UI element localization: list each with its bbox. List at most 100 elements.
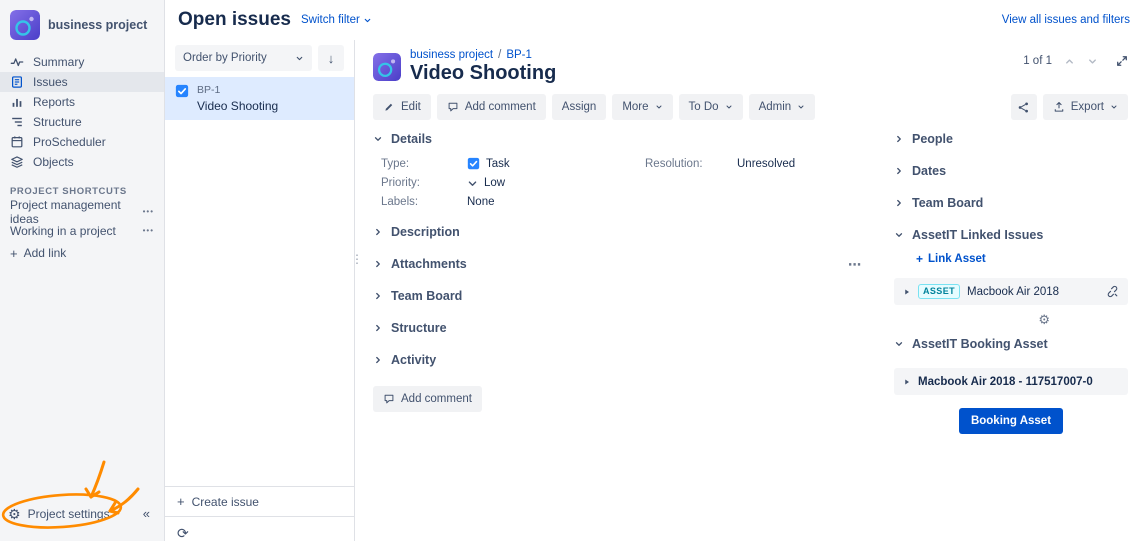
chevron-up-icon: [1064, 56, 1075, 67]
next-issue-button[interactable]: [1087, 56, 1098, 67]
panel-settings-gear-icon[interactable]: ⚙: [1038, 313, 1050, 326]
sidebar-item-objects[interactable]: Objects: [0, 152, 164, 172]
issues-icon: [10, 75, 24, 89]
edit-button[interactable]: Edit: [373, 94, 431, 120]
link-asset-label: Link Asset: [928, 253, 986, 265]
section-team-board[interactable]: Team Board: [373, 280, 862, 312]
section-structure-label: Structure: [391, 321, 447, 335]
section-dates-label: Dates: [912, 164, 946, 178]
section-dates[interactable]: Dates: [894, 155, 1128, 187]
linked-asset-name: Macbook Air 2018: [967, 286, 1059, 298]
section-people[interactable]: People: [894, 123, 1128, 155]
section-details[interactable]: Details: [373, 123, 862, 155]
task-type-icon: [175, 84, 189, 98]
share-button[interactable]: [1011, 94, 1037, 120]
priority-value-text: Low: [484, 177, 505, 189]
status-button[interactable]: To Do: [679, 94, 743, 120]
app-window: business project Summary Issues Reports …: [0, 0, 1148, 541]
chevron-down-icon: [894, 339, 904, 349]
project-avatar: [373, 53, 401, 81]
section-description[interactable]: Description: [373, 216, 862, 248]
type-value: Task: [467, 157, 645, 170]
sidebar-item-structure[interactable]: Structure: [0, 112, 164, 132]
content-body: ⋮ Order by Priority ↓ BP-1 Vid: [165, 40, 1148, 541]
sidebar-item-summary[interactable]: Summary: [0, 52, 164, 72]
breadcrumb-issue-key-link[interactable]: BP-1: [506, 49, 532, 61]
assign-label: Assign: [562, 101, 597, 113]
pencil-icon: [383, 101, 395, 113]
issue-detail-body: Details Type: Task Resolution: Unresolve…: [355, 120, 1148, 541]
add-link-button[interactable]: + Add link: [0, 242, 164, 264]
sidebar-item-issues[interactable]: Issues: [0, 72, 164, 92]
section-attachments[interactable]: Attachments ⋯: [373, 248, 862, 280]
assign-button[interactable]: Assign: [552, 94, 607, 120]
issue-list-spacer: [165, 120, 354, 486]
chevron-down-icon: [295, 54, 304, 63]
add-link-label: Add link: [24, 246, 67, 260]
chevron-down-icon: [894, 230, 904, 240]
section-structure[interactable]: Structure: [373, 312, 862, 344]
sidebar-item-reports[interactable]: Reports: [0, 92, 164, 112]
breadcrumb-project-link[interactable]: business project: [410, 49, 493, 61]
type-label: Type:: [381, 158, 467, 170]
unlink-asset-icon[interactable]: [1106, 285, 1119, 298]
sort-direction-button[interactable]: ↓: [318, 45, 344, 71]
attachments-more-icon[interactable]: ⋯: [848, 258, 862, 271]
shortcut-more-icon[interactable]: •••: [143, 226, 154, 235]
chevron-right-icon: [373, 291, 383, 301]
sidebar-item-label: Objects: [33, 155, 74, 169]
expand-issue-button[interactable]: [1116, 55, 1128, 67]
order-by-select[interactable]: Order by Priority: [175, 45, 312, 71]
export-label: Export: [1071, 101, 1104, 113]
section-side-team-board[interactable]: Team Board: [894, 187, 1128, 219]
details-fields: Type: Task Resolution: Unresolved Priori…: [381, 157, 862, 208]
switch-filter-link[interactable]: Switch filter: [301, 14, 372, 26]
more-button[interactable]: More: [612, 94, 672, 120]
shortcut-working-in-a-project[interactable]: Working in a project •••: [0, 221, 164, 240]
resolution-value: Unresolved: [737, 158, 862, 170]
booking-asset-button[interactable]: Booking Asset: [959, 408, 1063, 434]
shortcut-project-management-ideas[interactable]: Project management ideas •••: [0, 202, 164, 221]
expand-icon: [1116, 55, 1128, 67]
previous-issue-button[interactable]: [1064, 56, 1075, 67]
issue-side-panel: People Dates Team Board AssetIT Li: [880, 120, 1148, 541]
shortcut-more-icon[interactable]: •••: [143, 207, 154, 216]
issue-list-item[interactable]: BP-1 Video Shooting: [165, 77, 354, 120]
booking-asset-row[interactable]: Macbook Air 2018 - 117517007-0: [894, 368, 1128, 395]
export-button[interactable]: Export: [1043, 94, 1128, 120]
chevron-right-icon: [373, 323, 383, 333]
sidebar-item-proscheduler[interactable]: ProScheduler: [0, 132, 164, 152]
section-assetit-booking[interactable]: AssetIT Booking Asset: [894, 328, 1128, 360]
create-issue-button[interactable]: + Create issue: [165, 486, 354, 516]
project-settings-button[interactable]: ⚙ Project settings: [0, 499, 164, 529]
admin-button[interactable]: Admin: [749, 94, 816, 120]
chevron-down-icon: [1087, 56, 1098, 67]
priority-value: Low: [467, 177, 645, 189]
issue-title-block: business project / BP-1 Video Shooting: [410, 49, 556, 85]
calendar-icon: [10, 135, 24, 149]
section-assetit-linked-label: AssetIT Linked Issues: [912, 228, 1043, 242]
type-value-text: Task: [486, 158, 510, 170]
expand-row-icon[interactable]: [903, 288, 911, 296]
section-activity-label: Activity: [391, 353, 436, 367]
collapse-sidebar-button[interactable]: «: [143, 506, 150, 521]
booking-asset-name: Macbook Air 2018 - 117517007-0: [918, 376, 1093, 388]
view-all-issues-link[interactable]: View all issues and filters: [1002, 14, 1130, 26]
layers-icon: [10, 155, 24, 169]
section-activity[interactable]: Activity: [373, 344, 862, 376]
share-icon: [1017, 101, 1030, 114]
add-comment-button[interactable]: Add comment: [437, 94, 546, 120]
page-header: Open issues Switch filter View all issue…: [165, 0, 1148, 40]
expand-row-icon[interactable]: [903, 378, 911, 386]
section-assetit-linked-issues[interactable]: AssetIT Linked Issues: [894, 219, 1128, 251]
section-assetit-booking-label: AssetIT Booking Asset: [912, 337, 1048, 351]
refresh-icon[interactable]: ⟳: [177, 525, 189, 541]
linked-asset-row[interactable]: ASSET Macbook Air 2018: [894, 278, 1128, 305]
chevron-down-icon: [373, 134, 383, 144]
panel-splitter-handle[interactable]: ⋮: [351, 252, 363, 266]
add-comment-row: Add comment: [373, 386, 862, 412]
issue-toolbar: Edit Add comment Assign More: [373, 94, 1128, 120]
add-comment-footer-button[interactable]: Add comment: [373, 386, 482, 412]
order-by-value: Order by Priority: [183, 52, 267, 64]
link-asset-button[interactable]: + Link Asset: [916, 252, 1128, 266]
